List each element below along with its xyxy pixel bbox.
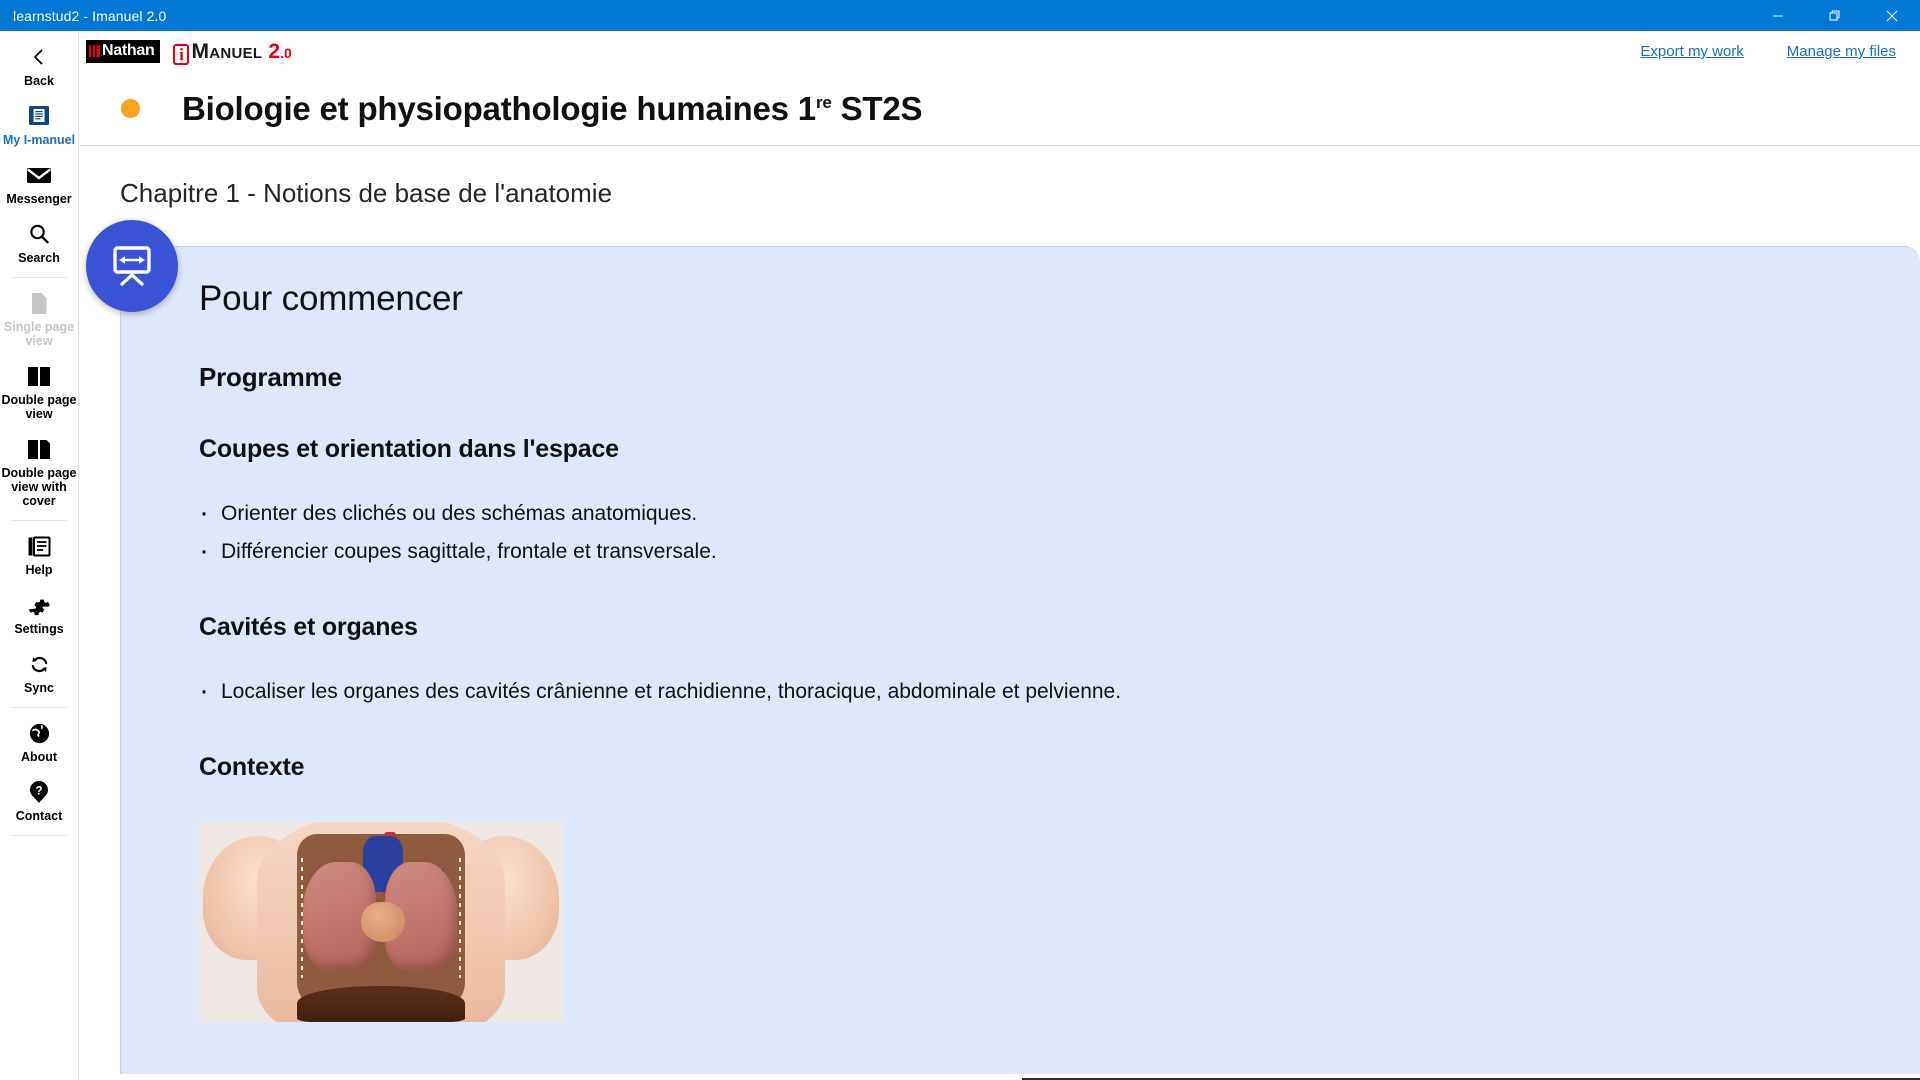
book-title-main: Biologie et physiopathologie humaines 1 bbox=[182, 89, 816, 127]
sidebar-divider bbox=[11, 520, 67, 521]
sidebar-item-settings[interactable]: Settings bbox=[0, 584, 79, 643]
sidebar-item-label: Settings bbox=[14, 622, 64, 636]
window-title: learnstud2 - Imanuel 2.0 bbox=[13, 7, 167, 24]
list-item: Différencier coupes sagittale, frontale … bbox=[199, 532, 1880, 571]
book-title-row: Biologie et physiopathologie humaines 1r… bbox=[80, 72, 1920, 146]
ribs-right bbox=[459, 858, 462, 978]
sidebar-item-label: Messenger bbox=[6, 192, 72, 206]
book-icon bbox=[27, 103, 51, 129]
sidebar-item-label: Help bbox=[25, 563, 53, 577]
manage-my-files-link[interactable]: Manage my files bbox=[1787, 43, 1896, 60]
imanuel-logo: i Manuel 2 .0 bbox=[173, 39, 292, 65]
sidebar-divider bbox=[11, 277, 67, 278]
sidebar-item-label: Sync bbox=[24, 681, 54, 695]
search-icon bbox=[28, 221, 50, 247]
nathan-logo: Nathan bbox=[86, 40, 161, 63]
brand-logo: Nathan i Manuel 2 .0 bbox=[86, 39, 292, 65]
imanuel-logo-text: Manuel bbox=[191, 39, 263, 63]
section-heading-programme: Programme bbox=[199, 362, 342, 392]
help-book-icon bbox=[27, 533, 51, 559]
envelope-icon bbox=[26, 162, 52, 188]
anatomy-illustration bbox=[199, 822, 563, 1022]
double-page-cover-icon bbox=[26, 436, 52, 462]
window-controls bbox=[1749, 0, 1920, 31]
sidebar-item-single-page-view[interactable]: Single page view bbox=[0, 282, 79, 355]
sidebar-item-label: Double page view with cover bbox=[1, 466, 77, 508]
sidebar-item-label: Back bbox=[24, 74, 54, 88]
whiteboard-resize-button[interactable] bbox=[86, 220, 178, 312]
left-sidebar: Back My I-manuel Messenger Search Single… bbox=[0, 31, 79, 1080]
double-page-icon bbox=[26, 363, 52, 389]
sidebar-item-label: Contact bbox=[15, 809, 63, 823]
chapter-heading: Chapitre 1 - Notions de base de l'anatom… bbox=[120, 178, 613, 208]
sidebar-item-label: Single page view bbox=[3, 320, 75, 348]
anatomical-torso-image bbox=[199, 822, 563, 1022]
sidebar-item-label: Double page view bbox=[1, 393, 77, 421]
close-button[interactable] bbox=[1863, 0, 1920, 31]
chevron-left-icon bbox=[30, 44, 48, 70]
imanuel-i-badge: i bbox=[173, 43, 190, 65]
nathan-marks-icon bbox=[89, 45, 100, 57]
export-my-work-link[interactable]: Export my work bbox=[1640, 43, 1743, 60]
book-status-dot bbox=[121, 99, 140, 118]
content-inner: Pour commencer Programme Coupes et orien… bbox=[121, 247, 1920, 1022]
question-mark-icon: ? bbox=[28, 779, 50, 805]
sidebar-item-contact[interactable]: ? Contact bbox=[0, 771, 79, 830]
sidebar-item-double-page-view-with-cover[interactable]: Double page view with cover bbox=[0, 428, 79, 515]
sidebar-item-about[interactable]: About bbox=[0, 712, 79, 771]
sidebar-item-double-page-view[interactable]: Double page view bbox=[0, 355, 79, 428]
sidebar-item-search[interactable]: Search bbox=[0, 213, 79, 272]
nathan-logo-text: Nathan bbox=[102, 42, 155, 59]
imanuel-version-major: 2 bbox=[268, 39, 281, 63]
sidebar-item-my-i-manuel[interactable]: My I-manuel bbox=[0, 95, 79, 154]
imanuel-version-minor: .0 bbox=[280, 44, 292, 61]
gear-icon bbox=[28, 592, 51, 618]
section-heading-cavites: Cavités et organes bbox=[199, 613, 418, 641]
window-titlebar: learnstud2 - Imanuel 2.0 bbox=[0, 0, 1920, 31]
header-links: Export my work Manage my files bbox=[1640, 43, 1896, 60]
sidebar-item-label: Search bbox=[18, 251, 60, 265]
sidebar-item-messenger[interactable]: Messenger bbox=[0, 154, 79, 213]
page-title: Biologie et physiopathologie humaines 1r… bbox=[182, 89, 923, 128]
sidebar-divider bbox=[11, 835, 67, 836]
restore-button[interactable] bbox=[1806, 0, 1863, 31]
section-heading-contexte: Contexte bbox=[199, 753, 305, 781]
list-item: Localiser les organes des cavités crânie… bbox=[199, 672, 1880, 711]
sync-icon bbox=[28, 651, 51, 677]
heart-organ bbox=[360, 902, 405, 942]
sidebar-divider bbox=[11, 707, 67, 708]
book-title-tail: ST2S bbox=[831, 89, 923, 127]
content-main-heading: Pour commencer bbox=[199, 279, 463, 318]
sidebar-item-sync[interactable]: Sync bbox=[0, 643, 79, 702]
globe-icon bbox=[28, 720, 51, 746]
section-heading-coupes: Coupes et orientation dans l'espace bbox=[199, 435, 619, 463]
content-panel: Pour commencer Programme Coupes et orien… bbox=[120, 246, 1920, 1074]
svg-text:?: ? bbox=[35, 786, 42, 798]
single-page-icon bbox=[29, 290, 49, 316]
sidebar-item-back[interactable]: Back bbox=[0, 36, 79, 95]
sidebar-item-label: About bbox=[20, 750, 58, 764]
book-title-superscript: re bbox=[815, 92, 832, 112]
sidebar-item-label: My I-manuel bbox=[2, 133, 76, 147]
bullet-list-cavites: Localiser les organes des cavités crânie… bbox=[199, 672, 1880, 711]
bullet-list-coupes: Orienter des clichés ou des schémas anat… bbox=[199, 494, 1880, 571]
app-header: Nathan i Manuel 2 .0 Export my work Mana… bbox=[80, 31, 1920, 72]
whiteboard-resize-icon bbox=[109, 244, 155, 288]
diaphragm-liver bbox=[297, 986, 465, 1022]
minimize-button[interactable] bbox=[1749, 0, 1806, 31]
list-item: Orienter des clichés ou des schémas anat… bbox=[199, 494, 1880, 533]
sidebar-item-help[interactable]: Help bbox=[0, 525, 79, 584]
